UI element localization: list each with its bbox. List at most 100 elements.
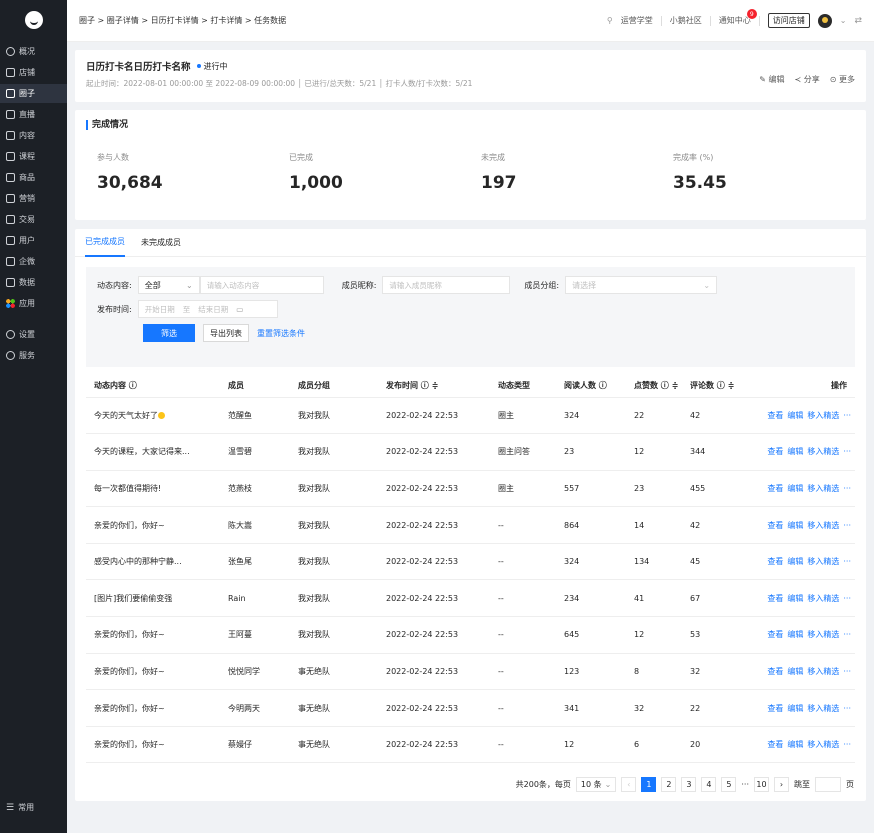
column-header[interactable]: 操作 [742,375,855,398]
avatar[interactable] [817,13,832,28]
page-3[interactable]: 3 [681,777,697,792]
edit-button[interactable]: 编辑 [787,411,803,420]
group-select[interactable]: 请选择 ⌄ [565,276,718,294]
page-size-select[interactable]: 10 条 ⌄ [575,777,617,792]
feature-button[interactable]: 移入精选 [807,521,839,530]
column-header[interactable]: 动态类型 [490,375,556,398]
next-page-button[interactable]: › [774,777,789,792]
notification-center[interactable]: 通知中心 9 [719,9,757,26]
feature-button[interactable]: 移入精选 [807,411,839,420]
view-button[interactable]: 查看 [767,667,783,676]
page-1[interactable]: 1 [641,777,657,792]
edit-button[interactable]: 编辑 [787,447,803,456]
more-actions-button[interactable]: ··· [843,630,851,639]
jump-input[interactable] [815,777,841,792]
view-button[interactable]: 查看 [767,411,783,420]
more-button[interactable]: ⊙ 更多 [830,74,855,85]
sidebar-item-5[interactable]: 课程 [0,147,67,166]
sidebar-item-common[interactable]: ☰ 常用 [0,798,67,817]
page-4[interactable]: 4 [701,777,717,792]
export-button[interactable]: 导出列表 [203,324,249,342]
swap-icon[interactable]: ⇄ [854,16,862,26]
more-actions-button[interactable]: ··· [843,594,851,603]
chevron-down-icon[interactable]: ⌄ [840,16,847,25]
reset-filter-link[interactable]: 重置筛选条件 [257,328,305,339]
more-actions-button[interactable]: ··· [843,704,851,713]
feature-button[interactable]: 移入精选 [807,594,839,603]
sidebar-item-6[interactable]: 商品 [0,168,67,187]
feature-button[interactable]: 移入精选 [807,447,839,456]
more-actions-button[interactable]: ··· [843,740,851,749]
sidebar-item-3[interactable]: 直播 [0,105,67,124]
sidebar-item-7[interactable]: 营销 [0,189,67,208]
feature-button[interactable]: 移入精选 [807,667,839,676]
logo[interactable] [0,0,67,40]
column-header[interactable]: 点赞数 ⓘ ≑ [626,375,682,398]
tab-uncompleted[interactable]: 未完成成员 [141,229,181,257]
sidebar-secondary-item-0[interactable]: 设置 [0,325,67,344]
content-type-select[interactable]: 全部 ⌄ [137,276,200,294]
breadcrumb[interactable]: 圈子 > 圈子详情 > 日历打卡详情 > 打卡详情 > 任务数据 [79,15,286,26]
sidebar-item-10[interactable]: 企微 [0,252,67,271]
sidebar-item-1[interactable]: 店铺 [0,63,67,82]
sidebar-item-0[interactable]: 概况 [0,42,67,61]
share-button[interactable]: ≺ 分享 [795,74,820,85]
more-actions-button[interactable]: ··· [843,411,851,420]
more-actions-button[interactable]: ··· [843,557,851,566]
feature-button[interactable]: 移入精选 [807,740,839,749]
edit-button[interactable]: ✎ 编辑 [759,74,784,85]
page-5[interactable]: 5 [721,777,737,792]
edit-button[interactable]: 编辑 [787,484,803,493]
date-range-picker[interactable]: 开始日期 至 结束日期 ▭ [137,300,278,318]
view-button[interactable]: 查看 [767,484,783,493]
view-button[interactable]: 查看 [767,630,783,639]
content-input[interactable]: 请输入动态内容 [199,276,324,294]
view-button[interactable]: 查看 [767,447,783,456]
filter-button[interactable]: 筛选 [143,324,195,342]
edit-button[interactable]: 编辑 [787,667,803,676]
column-header[interactable]: 动态内容 ⓘ [86,375,220,398]
view-button[interactable]: 查看 [767,704,783,713]
sidebar-item-12[interactable]: 应用 [0,294,67,313]
edit-button[interactable]: 编辑 [787,521,803,530]
more-actions-button[interactable]: ··· [843,484,851,493]
sidebar-item-4[interactable]: 内容 [0,126,67,145]
feature-button[interactable]: 移入精选 [807,557,839,566]
edit-button[interactable]: 编辑 [787,704,803,713]
page-2[interactable]: 2 [661,777,677,792]
sidebar-item-label: 用户 [19,236,35,245]
page-last[interactable]: 10 [754,777,769,792]
column-header[interactable]: 评论数 ⓘ ≑ [682,375,742,398]
column-header[interactable]: 成员分组 [290,375,378,398]
prev-page-button[interactable]: ‹ [621,777,637,792]
view-button[interactable]: 查看 [767,521,783,530]
visit-store-button[interactable]: 访问店铺 [767,13,810,28]
column-header[interactable]: 成员 [220,375,290,398]
sidebar-item-2[interactable]: 圈子 [0,84,67,103]
link-community[interactable]: 小鹅社区 [670,15,702,26]
more-actions-button[interactable]: ··· [843,521,851,530]
column-header[interactable]: 发布时间 ⓘ ≑ [378,375,490,398]
pagination-ellipsis[interactable]: ··· [741,780,749,789]
edit-button[interactable]: 编辑 [787,557,803,566]
link-academy[interactable]: 运营学堂 [621,15,653,26]
feature-button[interactable]: 移入精选 [807,484,839,493]
sidebar-item-8[interactable]: 交易 [0,210,67,229]
more-actions-button[interactable]: ··· [843,447,851,456]
more-actions-button[interactable]: ··· [843,667,851,676]
sidebar-item-11[interactable]: 数据 [0,273,67,292]
edit-button[interactable]: 编辑 [787,594,803,603]
search-icon[interactable]: ⚲ [607,16,613,25]
column-header[interactable]: 阅读人数 ⓘ [556,375,626,398]
view-button[interactable]: 查看 [767,594,783,603]
view-button[interactable]: 查看 [767,740,783,749]
edit-button[interactable]: 编辑 [787,630,803,639]
sidebar-item-9[interactable]: 用户 [0,231,67,250]
view-button[interactable]: 查看 [767,557,783,566]
tab-completed[interactable]: 已完成成员 [85,229,125,257]
feature-button[interactable]: 移入精选 [807,704,839,713]
edit-button[interactable]: 编辑 [787,740,803,749]
sidebar-secondary-item-1[interactable]: 服务 [0,346,67,365]
feature-button[interactable]: 移入精选 [807,630,839,639]
nickname-input[interactable]: 请输入成员昵称 [382,276,511,294]
